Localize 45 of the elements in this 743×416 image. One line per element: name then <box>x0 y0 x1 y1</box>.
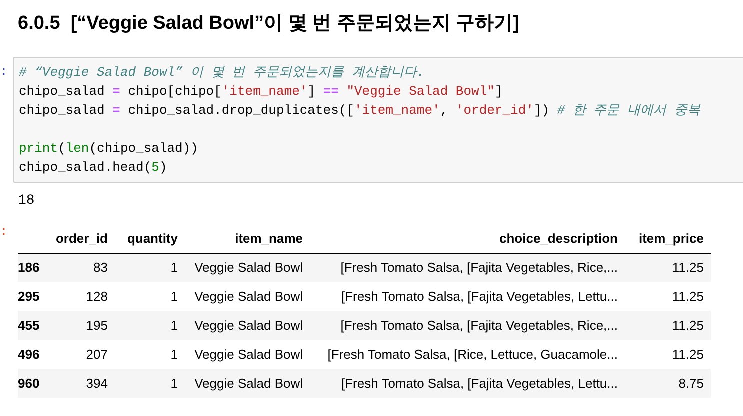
table-cell: Veggie Salad Bowl <box>185 282 310 311</box>
table-cell: Veggie Salad Bowl <box>185 311 310 340</box>
table-cell: 8.75 <box>625 369 711 398</box>
table-cell: Veggie Salad Bowl <box>185 340 310 369</box>
code-line: chipo_salad = chipo_salad.drop_duplicates(['item_name', 'order_id']) # 한 주문 내에서 중복 <box>19 102 702 120</box>
table-cell: 11.25 <box>625 253 711 282</box>
table-cell: 1 <box>115 340 185 369</box>
code-line: chipo_salad = chipo[chipo['item_name'] == "Veggie Salad Bowl"] <box>19 83 504 101</box>
table-cell: 11.25 <box>625 340 711 369</box>
table-cell: [Fresh Tomato Salsa, [Rice, Lettuce, Guacamole... <box>310 340 625 369</box>
row-index: 186 <box>18 253 55 282</box>
column-header: quantity <box>115 225 185 253</box>
row-index: 295 <box>18 282 55 311</box>
table-cell: 1 <box>115 369 185 398</box>
print-output: 18 <box>18 192 35 211</box>
table-cell: 207 <box>55 340 115 369</box>
table-cell: 1 <box>115 253 185 282</box>
input-prompt: : <box>0 63 8 81</box>
table-cell: [Fresh Tomato Salsa, [Fajita Vegetables, Rice,... <box>310 253 625 282</box>
row-index: 960 <box>18 369 55 398</box>
column-header: choice_description <box>310 225 625 253</box>
code-line: print(len(chipo_salad)) <box>19 140 200 158</box>
table-cell: [Fresh Tomato Salsa, [Fajita Vegetables, Rice,... <box>310 311 625 340</box>
table-cell: Veggie Salad Bowl <box>185 253 310 282</box>
code-cell[interactable] <box>13 57 743 183</box>
table-cell: [Fresh Tomato Salsa, [Fajita Vegetables, Lettu... <box>310 282 625 311</box>
table-cell: 394 <box>55 369 115 398</box>
output-prompt: : <box>0 223 8 241</box>
column-header: item_price <box>625 225 711 253</box>
table-cell: [Fresh Tomato Salsa, [Fajita Vegetables, Lettu... <box>310 369 625 398</box>
table-cell: 83 <box>55 253 115 282</box>
row-index: 496 <box>18 340 55 369</box>
table-cell: 1 <box>115 282 185 311</box>
code-line: # “Veggie Salad Bowl” 이 몇 번 주문되었는지를 계산합니다. <box>19 64 426 82</box>
column-header: item_name <box>185 225 310 253</box>
row-index: 455 <box>18 311 55 340</box>
section-heading: 6.0.5 [“Veggie Salad Bowl”이 몇 번 주문되었는지 구하기] <box>18 12 520 36</box>
table-cell: 195 <box>55 311 115 340</box>
table-cell: 11.25 <box>625 282 711 311</box>
code-line: chipo_salad.head(5) <box>19 159 168 177</box>
table-cell: Veggie Salad Bowl <box>185 369 310 398</box>
table-cell: 128 <box>55 282 115 311</box>
column-header: order_id <box>55 225 115 253</box>
table-cell: 11.25 <box>625 311 711 340</box>
table-cell: 1 <box>115 311 185 340</box>
